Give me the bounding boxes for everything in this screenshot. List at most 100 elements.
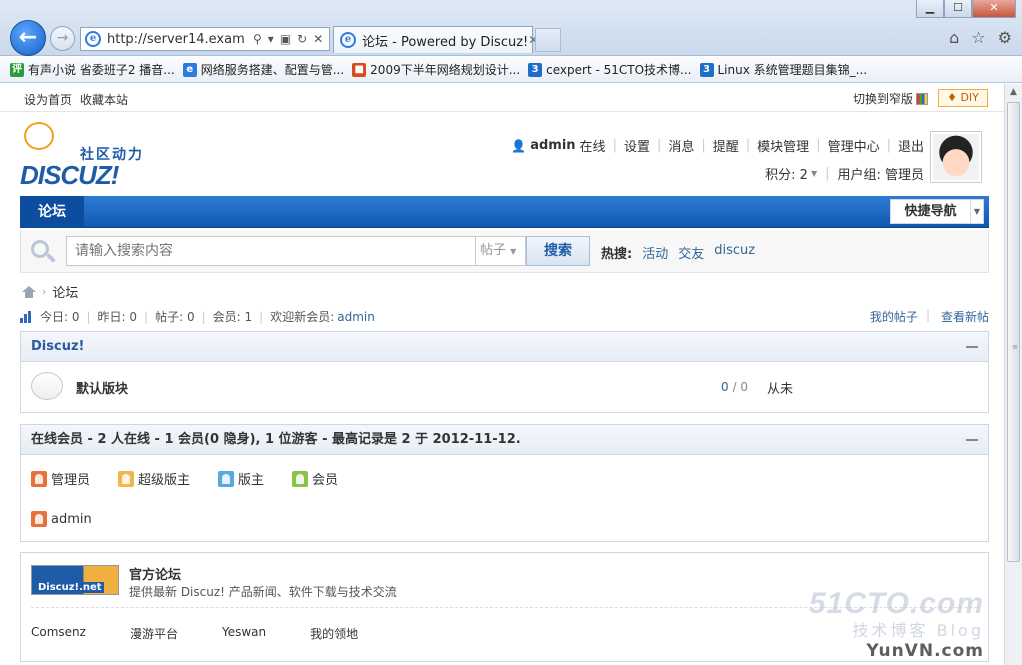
forum-name-link[interactable]: 默认版块: [76, 378, 128, 397]
favorite-icon: ■: [352, 62, 367, 77]
search-type-select[interactable]: 帖子 ▼: [476, 236, 526, 266]
forum-last-post: 从未: [767, 382, 794, 397]
favorite-label: 有声小说 省委班子2 播音...: [28, 63, 175, 77]
skin-icon[interactable]: [916, 92, 928, 105]
user-link[interactable]: 消息: [668, 136, 694, 155]
search-bar: 帖子 ▼ 搜索 热搜: 活动交友 discuz: [20, 230, 989, 273]
newest-member-link[interactable]: admin: [337, 310, 375, 324]
favorite-item[interactable]: 3 cexpert - 51CTO技术博...: [528, 61, 692, 78]
favorite-item[interactable]: 评有声小说 省委班子2 播音...: [10, 61, 175, 78]
ie-icon: e: [85, 31, 101, 47]
search-button[interactable]: 搜索: [526, 236, 590, 266]
legend-label: 管理员: [51, 473, 91, 488]
forward-button[interactable]: →: [50, 26, 75, 51]
address-text[interactable]: http://server14.examp...: [107, 32, 245, 47]
avatar[interactable]: [930, 131, 982, 183]
user-info: 积分: 2 ▼ | 用户组: 管理员: [765, 164, 924, 183]
online-user[interactable]: admin: [31, 511, 92, 527]
browser-toolbar: ← → e http://server14.examp... ⚲ ▾ ▣ ↻ ✕…: [0, 0, 1022, 56]
diy-button[interactable]: ♦ DIY: [938, 89, 988, 107]
legend-item: 超级版主: [118, 469, 190, 488]
user-link[interactable]: 退出: [898, 136, 924, 155]
set-home-link[interactable]: 设为首页: [24, 91, 72, 108]
favorite-item[interactable]: 3 Linux 系统管理题目集锦_...: [699, 61, 867, 78]
compat-icon[interactable]: ▣: [280, 32, 291, 46]
search-icon[interactable]: ⚲: [253, 32, 262, 46]
close-window-button[interactable]: ✕: [972, 0, 1016, 18]
page-content: 设为首页 收藏本站 切换到窄版 ♦ DIY 社区动力 DISCUZ! 👤 adm…: [0, 84, 1004, 665]
maximize-button[interactable]: ☐: [944, 0, 972, 18]
switch-width-link[interactable]: 切换到窄版: [853, 90, 928, 107]
search-input[interactable]: [66, 236, 476, 266]
browser-tab[interactable]: e 论坛 - Powered by Discuz! ✕: [333, 26, 538, 53]
friend-link[interactable]: 漫游平台: [130, 625, 178, 642]
forum-counts: 0 / 0: [721, 380, 748, 394]
friend-link[interactable]: Comsenz: [31, 625, 86, 642]
favorite-label: cexpert - 51CTO技术博...: [546, 63, 692, 77]
back-button[interactable]: ←: [10, 20, 46, 56]
online-header[interactable]: 在线会员 - 2 人在线 - 1 会员(0 隐身), 1 位游客 - 最高记录是…: [21, 425, 988, 455]
collapse-icon[interactable]: [966, 439, 978, 441]
legend-item: 管理员: [31, 469, 90, 488]
collapse-icon[interactable]: [966, 346, 978, 348]
breadcrumb-current[interactable]: 论坛: [52, 282, 78, 301]
friend-links: Discuz!.net 官方论坛 提供最新 Discuz! 产品新闻、软件下载与…: [20, 552, 989, 662]
favorites-bar: 评有声小说 省委班子2 播音... e 网络服务搭建、配置与管... ■ 2009下半年…: [0, 57, 1022, 83]
user-group[interactable]: 用户组: 管理员: [837, 164, 924, 183]
hot-search-link[interactable]: discuz: [714, 243, 755, 262]
logo-bubble-icon: [24, 122, 54, 150]
hot-searches: 热搜: 活动 交友 discuz: [601, 243, 755, 262]
friend-link[interactable]: Yeswan: [222, 625, 266, 642]
online-summary: - 2 人在线 - 1 会员(0 隐身), 1 位游客 - 最高记录是 2 于 …: [83, 432, 521, 447]
username-link[interactable]: admin: [530, 138, 575, 153]
new-tab-button[interactable]: [535, 28, 561, 52]
stat-today: 今日: 0: [40, 310, 80, 324]
address-bar[interactable]: e http://server14.examp... ⚲ ▾ ▣ ↻ ✕: [80, 27, 330, 51]
welcome-text: 欢迎新会员:: [270, 310, 335, 324]
favorite-icon: 3: [699, 62, 714, 77]
home-icon[interactable]: ⌂: [949, 28, 959, 47]
friend-link[interactable]: 我的领地: [310, 625, 358, 642]
favorite-item[interactable]: e 网络服务搭建、配置与管...: [182, 61, 345, 78]
hot-search-link[interactable]: 交友: [678, 243, 704, 262]
forum-stats: 今日: 0 | 昨日: 0 | 帖子: 0 | 会员: 1 | 欢迎新会员: a…: [20, 308, 989, 325]
user-link[interactable]: 提醒: [713, 136, 739, 155]
ie-tab-icon: e: [340, 32, 356, 48]
online-user-link[interactable]: admin: [51, 512, 92, 527]
discuz-logo[interactable]: 社区动力 DISCUZ!: [20, 122, 160, 192]
credits-link[interactable]: 积分: 2: [765, 164, 808, 183]
discuz-net-logo[interactable]: Discuz!.net: [31, 565, 119, 595]
new-posts-link[interactable]: 查看新帖: [941, 308, 989, 325]
chevron-down-icon[interactable]: ▼: [811, 169, 817, 178]
user-link[interactable]: 设置: [624, 136, 650, 155]
category-title[interactable]: Discuz!: [31, 339, 84, 354]
scroll-thumb[interactable]: ≡: [1007, 102, 1020, 562]
scroll-up-icon[interactable]: ▲: [1005, 84, 1022, 101]
user-link[interactable]: 管理中心: [828, 136, 880, 155]
favorite-label: 网络服务搭建、配置与管...: [200, 63, 345, 77]
refresh-icon[interactable]: ↻: [297, 32, 307, 46]
legend-item: 会员: [292, 469, 338, 488]
online-title[interactable]: 在线会员: [31, 432, 83, 447]
home-icon[interactable]: [22, 285, 36, 298]
category-header[interactable]: Discuz!: [21, 332, 988, 362]
vertical-scrollbar[interactable]: ▲ ≡: [1004, 84, 1022, 665]
legend-label: 版主: [238, 473, 265, 488]
stop-icon[interactable]: ✕: [313, 32, 323, 46]
nav-forum[interactable]: 论坛: [20, 196, 84, 228]
user-link[interactable]: 模块管理: [757, 136, 809, 155]
user-group-icon: [218, 470, 235, 487]
favorite-item[interactable]: ■ 2009下半年网络规划设计...: [352, 61, 520, 78]
hot-label: 热搜:: [601, 247, 633, 262]
my-posts-link[interactable]: 我的帖子: [870, 308, 918, 325]
gear-icon[interactable]: ⚙: [998, 28, 1012, 47]
main-navbar: 论坛 快捷导航 ▼: [20, 196, 989, 228]
official-forum-link[interactable]: 官方论坛: [129, 564, 181, 583]
stat-members: 会员: 1: [212, 310, 253, 324]
hot-search-link[interactable]: 活动: [642, 243, 668, 262]
minimize-button[interactable]: ▁: [916, 0, 944, 18]
bookmark-link[interactable]: 收藏本站: [80, 91, 128, 108]
chevron-down-icon[interactable]: ▾: [268, 32, 274, 46]
favorites-star-icon[interactable]: ☆: [971, 28, 985, 47]
quick-nav-button[interactable]: 快捷导航 ▼: [890, 199, 984, 224]
